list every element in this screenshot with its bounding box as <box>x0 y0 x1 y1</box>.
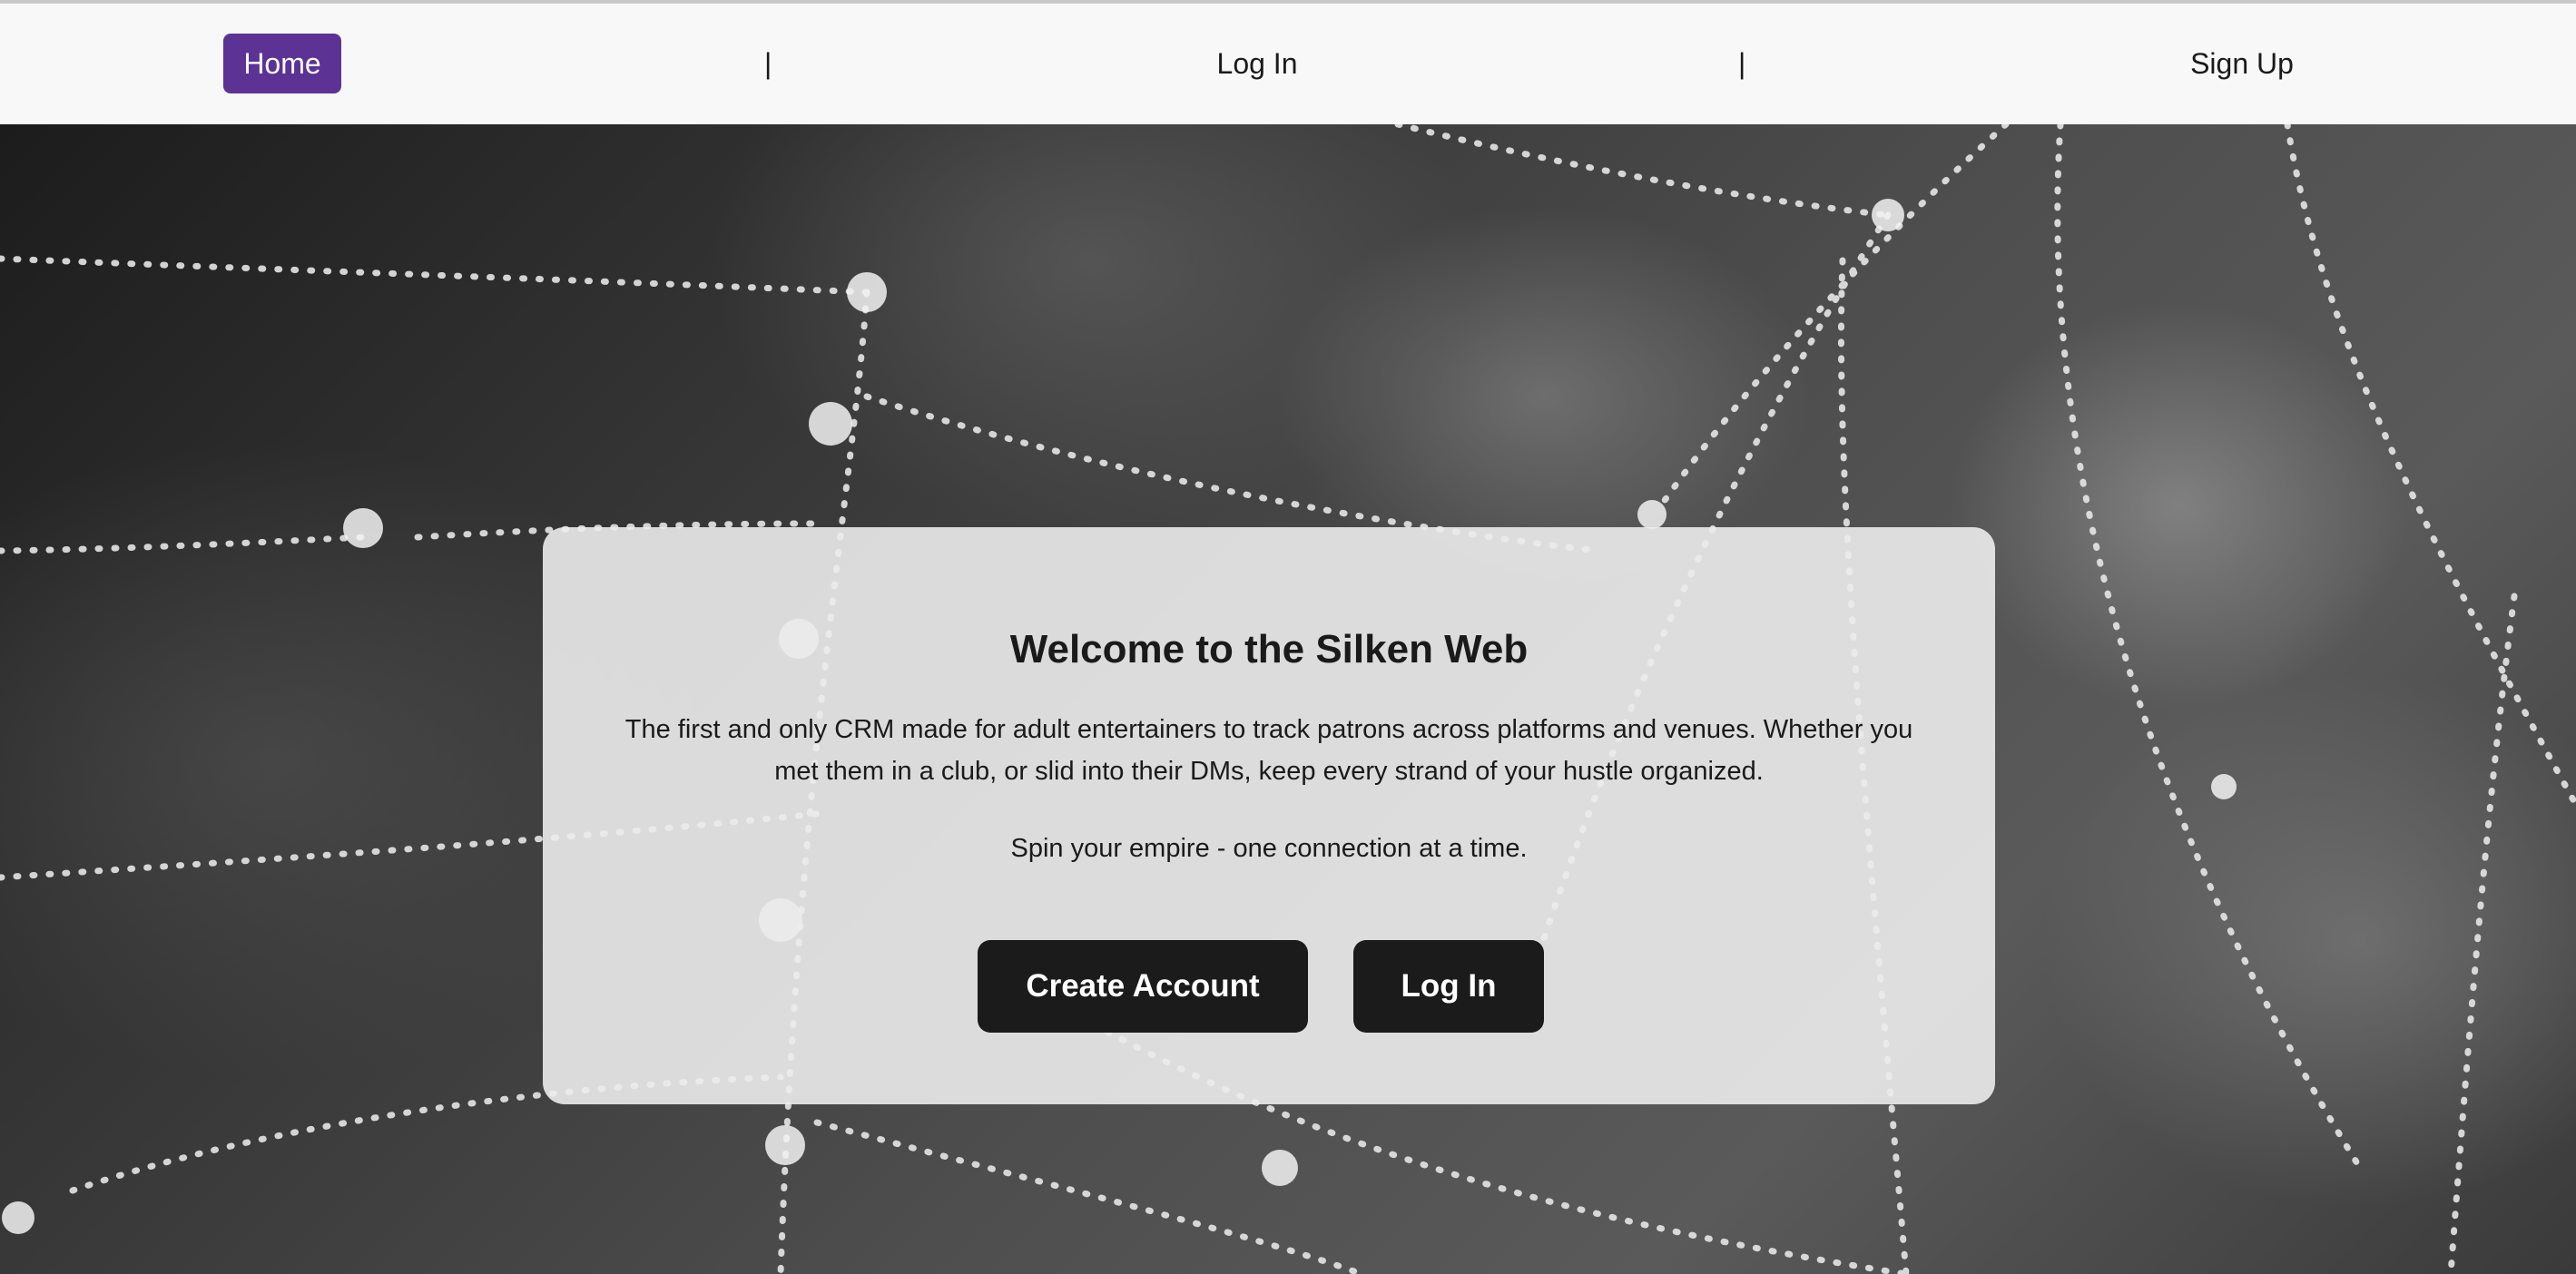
hero-description: The first and only CRM made for adult en… <box>624 715 1913 786</box>
nav-separator: | <box>1738 47 1746 80</box>
nav-separator: | <box>764 47 772 80</box>
nav-login-link[interactable]: Log In <box>1198 34 1316 93</box>
create-account-button[interactable]: Create Account <box>978 940 1308 1033</box>
nav-signup-link[interactable]: Sign Up <box>2178 34 2306 93</box>
nav-home-link[interactable]: Home <box>223 34 341 93</box>
welcome-card: Welcome to the Silken Web The first and … <box>543 527 1995 1104</box>
hero-tagline: Spin your empire - one connection at a t… <box>1010 834 1528 863</box>
login-button[interactable]: Log In <box>1353 940 1544 1033</box>
hero-section: Welcome to the Silken Web The first and … <box>0 124 2576 1274</box>
page-title: Welcome to the Silken Web <box>1009 627 1529 671</box>
top-navbar: Home | Log In | Sign Up <box>0 0 2576 124</box>
